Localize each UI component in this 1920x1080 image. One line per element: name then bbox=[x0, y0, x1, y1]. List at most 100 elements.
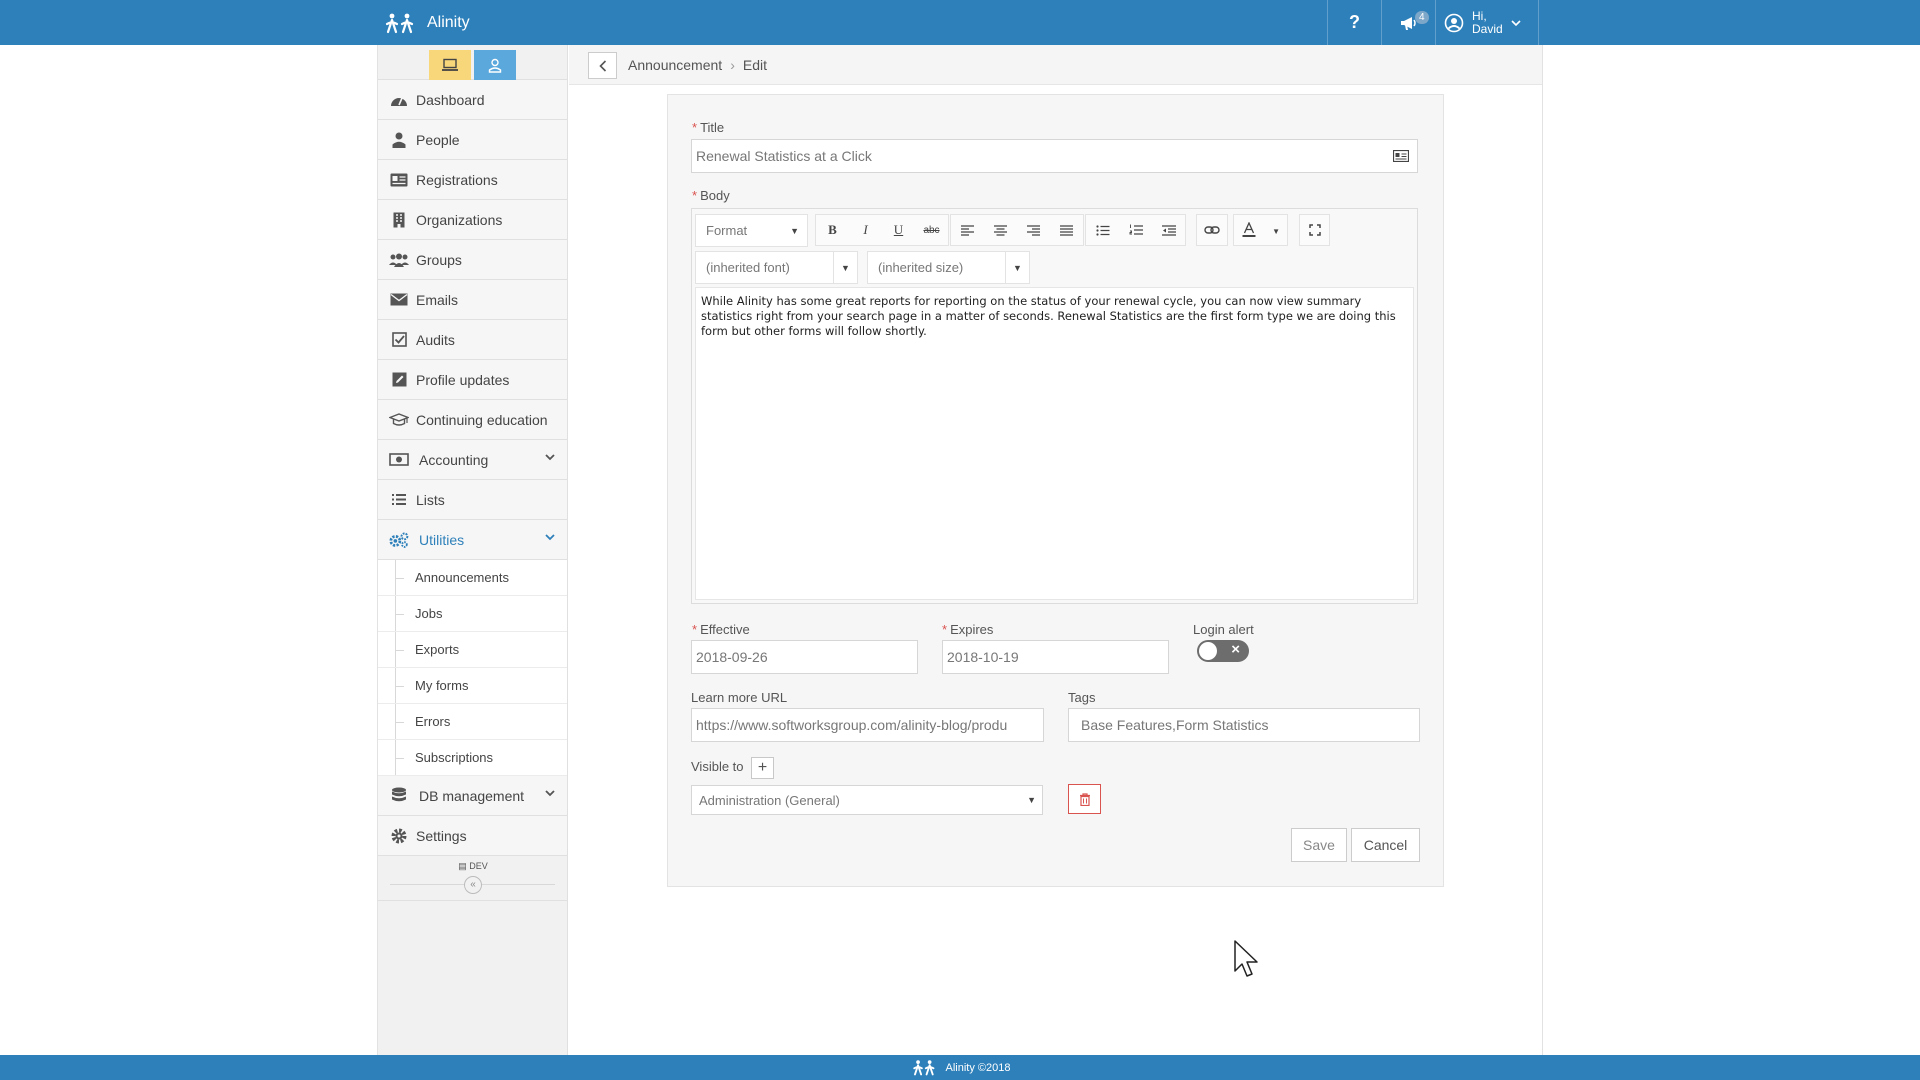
sidebar-item-accounting[interactable]: Accounting bbox=[378, 440, 567, 480]
font-family-dropdown[interactable]: (inherited font) ▼ bbox=[695, 251, 858, 284]
caret-down-icon: ▼ bbox=[790, 226, 799, 236]
breadcrumb-separator: › bbox=[730, 57, 735, 73]
users-icon bbox=[389, 252, 409, 268]
back-button[interactable] bbox=[588, 52, 617, 79]
help-button[interactable]: ? bbox=[1327, 0, 1381, 45]
sidebar-item-registrations[interactable]: Registrations bbox=[378, 160, 567, 200]
sidebar-item-label: Continuing education bbox=[416, 411, 548, 428]
fullscreen-button[interactable] bbox=[1299, 214, 1330, 246]
announcements-button[interactable]: 4 bbox=[1381, 0, 1435, 45]
justify-button[interactable] bbox=[1050, 215, 1083, 245]
caret-down-icon: ▼ bbox=[1027, 795, 1036, 805]
user-outline-icon bbox=[488, 58, 502, 73]
align-left-button[interactable] bbox=[951, 215, 984, 245]
sidebar-item-label: Registrations bbox=[416, 171, 498, 188]
sidebar-item-label: Audits bbox=[416, 331, 455, 348]
bullet-list-icon bbox=[1095, 224, 1109, 236]
save-button[interactable]: Save bbox=[1291, 828, 1347, 862]
graduation-cap-icon bbox=[389, 412, 409, 428]
sidebar-item-lists[interactable]: Lists bbox=[378, 480, 567, 520]
caret-down-icon: ▼ bbox=[1005, 252, 1029, 283]
sidebar-item-label: DB management bbox=[419, 787, 525, 804]
client-view-button[interactable] bbox=[474, 50, 516, 80]
sidebar-item-label: Lists bbox=[416, 491, 445, 508]
sidebar-item-utilities[interactable]: Utilities bbox=[378, 520, 567, 560]
sidebar-item-organizations[interactable]: Organizations bbox=[378, 200, 567, 240]
expires-date-input[interactable]: 2018-10-19 bbox=[942, 640, 1169, 674]
underline-button[interactable]: U bbox=[882, 215, 915, 245]
sidebar-item-db-management[interactable]: DB management bbox=[378, 776, 567, 816]
title-input[interactable]: Renewal Statistics at a Click bbox=[691, 139, 1418, 173]
footer-copyright: Alinity ©2018 bbox=[945, 1061, 1011, 1074]
link-button[interactable] bbox=[1196, 214, 1228, 246]
announcements-badge: 4 bbox=[1415, 11, 1429, 24]
sidebar-item-audits[interactable]: Audits bbox=[378, 320, 567, 360]
tags-input[interactable]: Base Features,Form Statistics bbox=[1068, 708, 1420, 742]
strikethrough-button[interactable]: abc bbox=[915, 215, 948, 245]
sidebar-subitem-my-forms[interactable]: My forms bbox=[378, 668, 567, 704]
cancel-button[interactable]: Cancel bbox=[1351, 828, 1420, 862]
effective-label: * Effective bbox=[692, 622, 750, 637]
add-visibility-button[interactable]: + bbox=[751, 757, 774, 779]
format-dropdown[interactable]: Format ▼ bbox=[695, 214, 808, 247]
sidebar-item-continuing-education[interactable]: Continuing education bbox=[378, 400, 567, 440]
breadcrumb: Announcement › Edit bbox=[628, 57, 767, 73]
align-center-button[interactable] bbox=[984, 215, 1017, 245]
dashboard-icon bbox=[389, 92, 409, 108]
sidebar-item-profile-updates[interactable]: Profile updates bbox=[378, 360, 567, 400]
font-size-dropdown[interactable]: (inherited size) ▼ bbox=[867, 251, 1030, 284]
text-color-button[interactable]: ▼ bbox=[1233, 214, 1288, 246]
sidebar-subitem-jobs[interactable]: Jobs bbox=[378, 596, 567, 632]
body-content[interactable]: While Alinity has some great reports for… bbox=[695, 287, 1414, 600]
login-alert-toggle[interactable]: × bbox=[1197, 640, 1249, 662]
visible-to-select[interactable]: Administration (General) ▼ bbox=[691, 785, 1043, 815]
sidebar-subitem-subscriptions[interactable]: Subscriptions bbox=[378, 740, 567, 776]
sidebar-item-label: Settings bbox=[416, 827, 467, 844]
user-circle-icon bbox=[1444, 13, 1464, 32]
brand[interactable]: Alinity bbox=[383, 10, 470, 36]
sidebar-item-label: Groups bbox=[416, 251, 462, 268]
numbered-list-button[interactable] bbox=[1119, 215, 1152, 245]
sidebar-item-people[interactable]: People bbox=[378, 120, 567, 160]
id-card-icon bbox=[389, 172, 409, 188]
environment-label: ▤ DEV bbox=[458, 861, 488, 871]
body-label: * Body bbox=[692, 188, 730, 203]
learn-more-url-input[interactable]: https://www.softworksgroup.com/alinity-b… bbox=[691, 708, 1044, 742]
effective-date-input[interactable]: 2018-09-26 bbox=[691, 640, 918, 674]
close-icon: × bbox=[1231, 641, 1240, 658]
italic-button[interactable]: I bbox=[849, 215, 882, 245]
collapse-sidebar-button[interactable]: « bbox=[464, 876, 482, 894]
align-right-button[interactable] bbox=[1017, 215, 1050, 245]
sidebar-item-emails[interactable]: Emails bbox=[378, 280, 567, 320]
bullet-list-button[interactable] bbox=[1086, 215, 1119, 245]
sidebar-footer: ▤ DEV « bbox=[378, 856, 567, 901]
list-group bbox=[1085, 214, 1186, 246]
sidebar-subitem-announcements[interactable]: Announcements bbox=[378, 560, 567, 596]
delete-visibility-button[interactable] bbox=[1068, 784, 1101, 814]
sidebar-subitem-errors[interactable]: Errors bbox=[378, 704, 567, 740]
sidebar-item-groups[interactable]: Groups bbox=[378, 240, 567, 280]
sidebar-item-dashboard[interactable]: Dashboard bbox=[378, 80, 567, 120]
id-card-icon bbox=[1393, 150, 1409, 162]
footer: Alinity ©2018 bbox=[0, 1055, 1920, 1080]
sidebar-item-label: Accounting bbox=[419, 451, 489, 468]
sidebar-item-settings[interactable]: Settings bbox=[378, 816, 567, 856]
user-menu[interactable]: Hi, David bbox=[1435, 0, 1539, 45]
list-icon bbox=[389, 492, 409, 508]
fullscreen-icon bbox=[1308, 224, 1321, 236]
toggle-knob bbox=[1199, 642, 1217, 660]
money-icon bbox=[389, 452, 409, 468]
checkbox-icon bbox=[389, 332, 409, 348]
alignment-group bbox=[950, 214, 1084, 246]
caret-down-icon: ▼ bbox=[833, 252, 857, 283]
chevron-down-icon bbox=[545, 790, 555, 797]
outdent-button[interactable] bbox=[1152, 215, 1185, 245]
announcement-form: * Title Renewal Statistics at a Click * Bo… bbox=[667, 94, 1444, 887]
breadcrumb-item[interactable]: Announcement bbox=[628, 57, 722, 73]
caret-down-icon: ▼ bbox=[1272, 227, 1280, 236]
sidebar-subitem-exports[interactable]: Exports bbox=[378, 632, 567, 668]
bold-button[interactable]: B bbox=[816, 215, 849, 245]
admin-view-button[interactable] bbox=[429, 50, 471, 80]
chevron-down-icon bbox=[545, 534, 555, 541]
breadcrumb-item: Edit bbox=[742, 57, 767, 73]
